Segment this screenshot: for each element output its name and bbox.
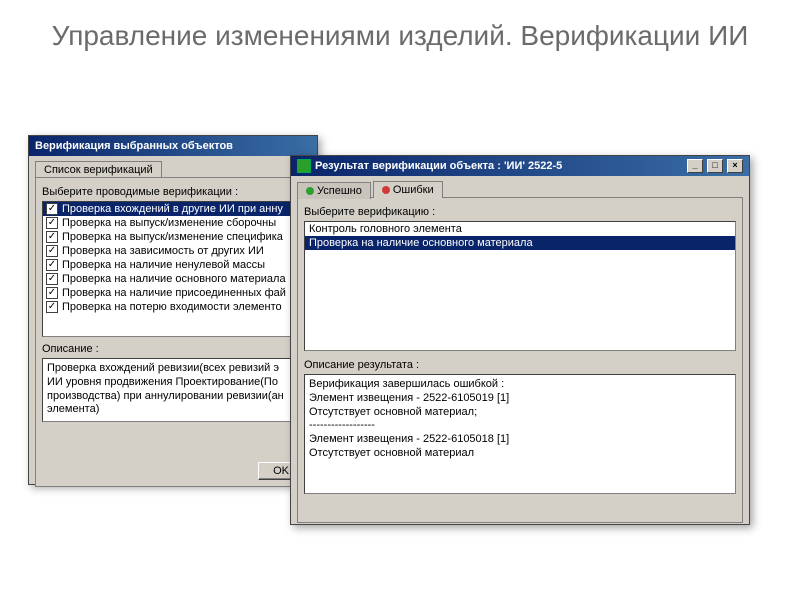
- tab-label: Список верификаций: [44, 164, 153, 176]
- slide-title: Управление изменениями изделий. Верифика…: [0, 0, 800, 59]
- list-item[interactable]: ✓ Проверка на потерю входимости элементо: [43, 300, 303, 314]
- verification-select-list[interactable]: Контроль головного элемента Проверка на …: [304, 221, 736, 351]
- tab-verification-list[interactable]: Список верификаций: [35, 161, 162, 178]
- item-label: Проверка вхождений в другие ИИ при анну: [62, 203, 283, 215]
- tabstrip-right: Успешно Ошибки: [291, 176, 749, 197]
- tab-success[interactable]: Успешно: [297, 182, 371, 199]
- success-icon: [306, 187, 314, 195]
- item-label: Проверка на наличие основного материала: [62, 273, 286, 285]
- checkbox-icon[interactable]: ✓: [46, 217, 58, 229]
- result-label: Описание результата :: [304, 359, 736, 371]
- checkbox-icon[interactable]: ✓: [46, 287, 58, 299]
- list-item[interactable]: Контроль головного элемента: [305, 222, 735, 236]
- tab-label: Успешно: [317, 185, 362, 197]
- error-icon: [382, 186, 390, 194]
- tab-label: Ошибки: [393, 184, 434, 196]
- description-text: Проверка вхождений ревизии(всех ревизий …: [42, 358, 304, 422]
- result-text: Верификация завершилась ошибкой : Элемен…: [304, 374, 736, 494]
- item-label: Проверка на зависимость от других ИИ: [62, 245, 264, 257]
- prompt-label: Выберите проводимые верификации :: [42, 186, 304, 198]
- minimize-button[interactable]: _: [687, 159, 703, 173]
- checkbox-icon[interactable]: ✓: [46, 245, 58, 257]
- list-item[interactable]: ✓ Проверка на выпуск/изменение специфика: [43, 230, 303, 244]
- checkbox-icon[interactable]: ✓: [46, 231, 58, 243]
- list-item[interactable]: Проверка на наличие основного материала: [305, 236, 735, 250]
- tab-errors[interactable]: Ошибки: [373, 181, 443, 198]
- description-label: Описание :: [42, 343, 304, 355]
- titlebar-right[interactable]: Результат верификации объекта : 'ИИ' 252…: [291, 156, 749, 176]
- checkbox-icon[interactable]: ✓: [46, 273, 58, 285]
- prompt-label: Выберите верификацию :: [304, 206, 736, 218]
- window-title: Верификация выбранных объектов: [35, 140, 233, 152]
- list-item[interactable]: ✓ Проверка на выпуск/изменение сборочны: [43, 216, 303, 230]
- item-label: Проверка на потерю входимости элементо: [62, 301, 282, 313]
- item-label: Проверка на наличие присоединенных фай: [62, 287, 286, 299]
- verification-checklist[interactable]: ✓ Проверка вхождений в другие ИИ при анну…: [42, 201, 304, 337]
- item-label: Проверка на выпуск/изменение сборочны: [62, 217, 276, 229]
- checkbox-icon[interactable]: ✓: [46, 301, 58, 313]
- maximize-button[interactable]: □: [707, 159, 723, 173]
- item-label: Проверка на наличие ненулевой массы: [62, 259, 265, 271]
- checkbox-icon[interactable]: ✓: [46, 259, 58, 271]
- verify-result-window: Результат верификации объекта : 'ИИ' 252…: [290, 155, 750, 525]
- titlebar-left[interactable]: Верификация выбранных объектов: [29, 136, 317, 156]
- item-label: Проверка на выпуск/изменение специфика: [62, 231, 283, 243]
- list-item[interactable]: ✓ Проверка на наличие присоединенных фай: [43, 286, 303, 300]
- window-title: Результат верификации объекта : 'ИИ' 252…: [315, 160, 562, 172]
- verify-selection-window: Верификация выбранных объектов Список ве…: [28, 135, 318, 485]
- list-item[interactable]: ✓ Проверка на зависимость от других ИИ: [43, 244, 303, 258]
- list-item[interactable]: ✓ Проверка на наличие основного материала: [43, 272, 303, 286]
- list-item[interactable]: ✓ Проверка на наличие ненулевой массы: [43, 258, 303, 272]
- close-button[interactable]: ×: [727, 159, 743, 173]
- list-item[interactable]: ✓ Проверка вхождений в другие ИИ при анну: [43, 202, 303, 216]
- tabstrip-left: Список верификаций: [29, 156, 317, 177]
- checkbox-icon[interactable]: ✓: [46, 203, 58, 215]
- app-icon: [297, 159, 311, 173]
